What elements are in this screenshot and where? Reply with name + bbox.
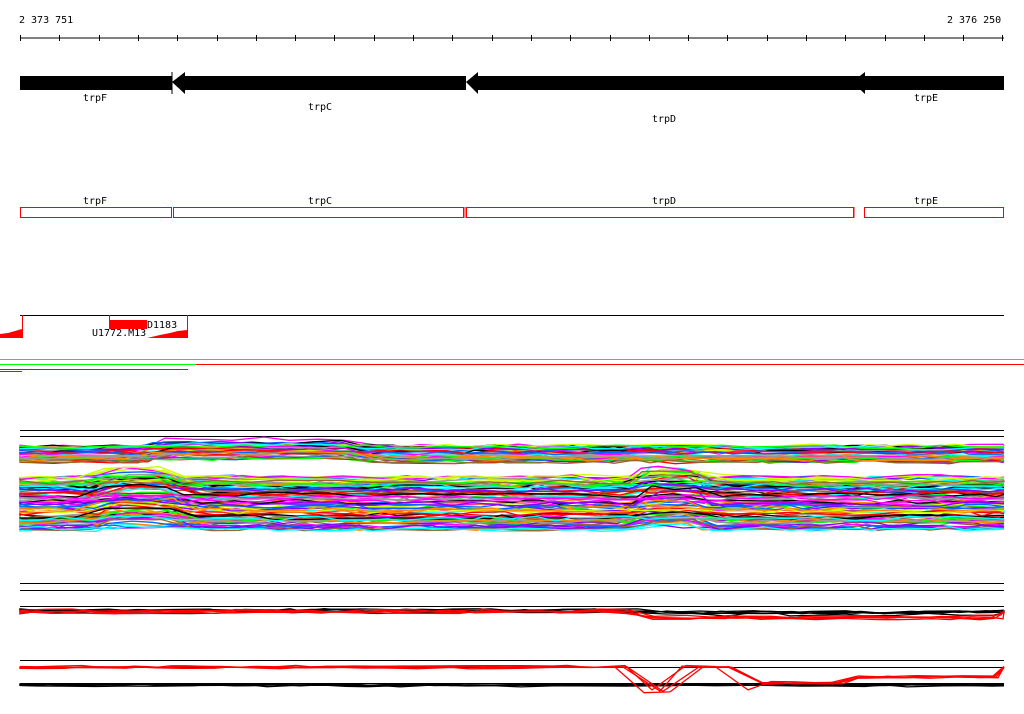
feature-track[interactable]: U1772.M13 D1183: [0, 315, 1004, 339]
cds-box-trpF[interactable]: [20, 207, 172, 218]
gene-trpE[interactable]: [852, 72, 1004, 94]
cds-label-trpF: trpF: [83, 196, 107, 207]
genome-browser-view[interactable]: 2 373 751 2 376 250 trpF trpC trpD trpE …: [0, 0, 1024, 714]
feature-D1183-ramp[interactable]: [147, 330, 187, 338]
cds-box-trpD[interactable]: [466, 207, 854, 218]
gene-trpD[interactable]: [466, 72, 865, 94]
gene-track[interactable]: trpF trpC trpD trpE: [20, 72, 1004, 125]
cds-box-trpC[interactable]: [173, 207, 464, 218]
gene-label-trpF: trpF: [83, 93, 107, 104]
gene-label-trpC: trpC: [308, 102, 332, 113]
coordinate-ruler: 2 373 751 2 376 250: [19, 15, 1004, 41]
feature-ramp-left: [0, 329, 22, 338]
ruler-end-label: 2 376 250: [947, 15, 1001, 26]
cds-label-trpE: trpE: [914, 196, 938, 207]
gene-trpF[interactable]: [20, 76, 172, 90]
ruler-start-label: 2 373 751: [19, 15, 73, 26]
gene-label-trpE: trpE: [914, 93, 938, 104]
cds-label-trpC: trpC: [308, 196, 332, 207]
cds-track[interactable]: trpF trpC trpD trpE: [20, 196, 1004, 218]
feature-label-U1772: U1772.M13: [92, 328, 146, 339]
coverage-lines: [0, 359, 1024, 372]
alignment-line: [19, 666, 1005, 694]
cds-box-trpE[interactable]: [864, 207, 1004, 218]
feature-label-D1183: D1183: [147, 320, 177, 331]
gene-label-trpD: trpD: [652, 114, 676, 125]
gene-trpC[interactable]: [172, 72, 466, 94]
alignment-tracks[interactable]: [19, 430, 1005, 694]
cds-label-trpD: trpD: [652, 196, 676, 207]
